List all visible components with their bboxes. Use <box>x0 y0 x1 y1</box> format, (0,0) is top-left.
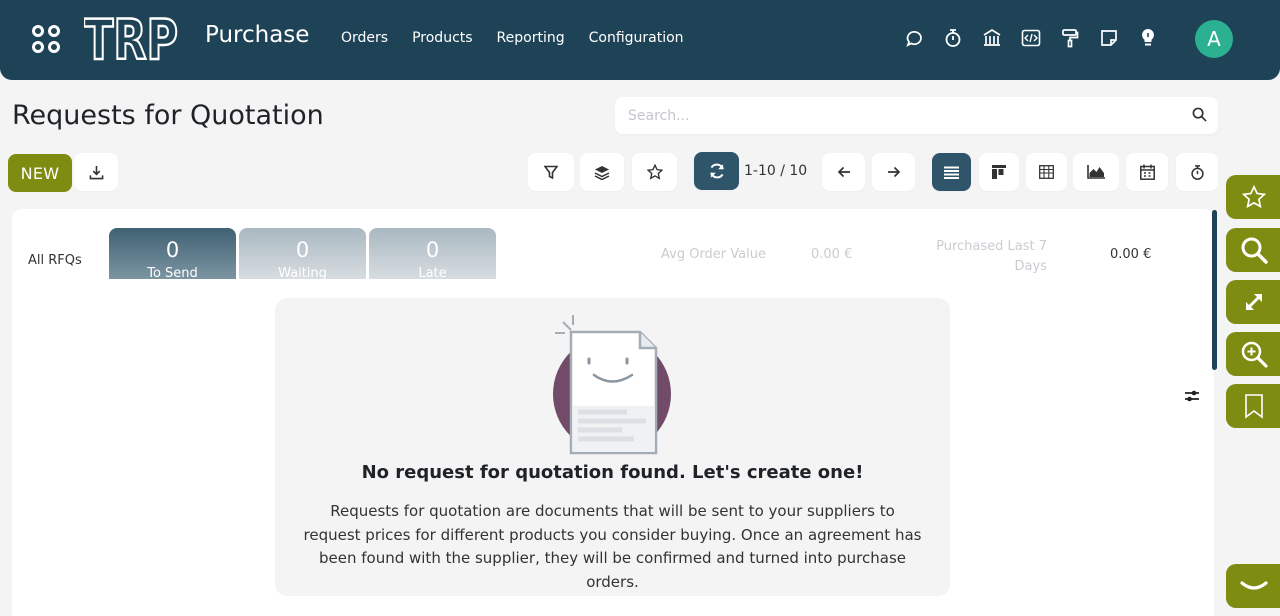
graph-view-button[interactable] <box>1073 153 1119 191</box>
pivot-view-button[interactable] <box>1026 153 1067 191</box>
svg-text:TRP: TRP <box>84 13 178 63</box>
timer-icon <box>1190 164 1204 180</box>
tile-value: 0 <box>165 238 180 262</box>
menu-orders[interactable]: Orders <box>341 30 388 46</box>
lightbulb-icon[interactable] <box>1138 28 1158 48</box>
search-icon <box>1241 237 1268 264</box>
avg-order-value: 0.00 € <box>811 247 853 262</box>
purchased-label-line1: Purchased Last 7 <box>936 239 1047 254</box>
avg-order-label: Avg Order Value <box>661 247 766 262</box>
note-icon[interactable] <box>1099 28 1119 48</box>
all-rfqs-link[interactable]: All RFQs <box>28 253 82 268</box>
star-icon <box>1242 185 1266 209</box>
chevron-down-icon <box>1240 581 1268 590</box>
filter-icon <box>544 165 558 179</box>
apps-menu-icon[interactable] <box>32 25 60 53</box>
side-favorite-button[interactable] <box>1226 175 1280 219</box>
calendar-view-button[interactable] <box>1126 153 1168 191</box>
calendar-icon <box>1139 164 1155 180</box>
top-navbar: TRP Purchase Orders Products Reporting C… <box>0 0 1280 80</box>
empty-state-title: No request for quotation found. Let's cr… <box>361 462 864 483</box>
new-button[interactable]: NEW <box>8 154 72 192</box>
pager-next-button[interactable] <box>872 153 915 191</box>
search-icon[interactable] <box>1192 107 1207 126</box>
user-avatar[interactable]: A <box>1195 20 1233 58</box>
star-icon <box>646 164 663 180</box>
paint-roller-icon[interactable] <box>1060 28 1080 48</box>
tile-label: Waiting <box>278 266 327 279</box>
empty-state-text: Requests for quotation are documents tha… <box>303 502 922 591</box>
pager-previous-button[interactable] <box>822 153 865 191</box>
download-icon <box>89 165 103 179</box>
group-by-button[interactable] <box>580 153 624 191</box>
bank-icon[interactable] <box>982 28 1002 48</box>
tile-value: 0 <box>295 238 310 262</box>
side-collapse-button[interactable] <box>1226 564 1280 608</box>
favorites-button[interactable] <box>632 153 677 191</box>
table-icon <box>1039 165 1054 179</box>
timer-icon[interactable] <box>943 28 963 48</box>
download-button[interactable] <box>74 153 118 191</box>
side-search-button[interactable] <box>1226 228 1280 272</box>
page-title: Requests for Quotation <box>12 100 324 131</box>
chat-icon[interactable] <box>904 28 924 48</box>
main-menu: Orders Products Reporting Configuration <box>341 30 684 46</box>
purchased-label-line2: Days <box>1014 259 1047 274</box>
tile-value: 0 <box>425 238 440 262</box>
arrow-right-icon <box>887 166 900 178</box>
search-input[interactable] <box>628 97 1168 134</box>
pager-value[interactable]: 1-10 / 10 <box>744 163 807 179</box>
list-icon <box>944 166 959 179</box>
menu-reporting[interactable]: Reporting <box>497 30 565 46</box>
tile-label: To Send <box>147 266 198 279</box>
app-name[interactable]: Purchase <box>205 22 309 48</box>
filter-button[interactable] <box>528 153 574 191</box>
expand-icon <box>1246 294 1262 310</box>
kanban-icon <box>992 165 1006 179</box>
side-expand-button[interactable] <box>1226 280 1280 324</box>
side-zoom-in-button[interactable] <box>1226 332 1280 376</box>
side-bookmark-button[interactable] <box>1226 384 1280 428</box>
zoom-in-icon <box>1241 341 1268 368</box>
refresh-icon <box>709 163 724 179</box>
tile-waiting[interactable]: 0 Waiting <box>239 228 366 279</box>
empty-document-illustration <box>553 315 671 455</box>
optional-columns-icon[interactable] <box>1184 388 1200 408</box>
list-view-button[interactable] <box>932 153 971 191</box>
scrollbar[interactable] <box>1212 210 1217 370</box>
bookmark-icon <box>1245 394 1263 419</box>
area-chart-icon <box>1087 165 1105 179</box>
menu-products[interactable]: Products <box>412 30 472 46</box>
tile-label: Late <box>418 266 447 279</box>
systray <box>904 28 1158 48</box>
layers-icon <box>594 165 610 180</box>
tile-late[interactable]: 0 Late <box>369 228 496 279</box>
tile-to-send[interactable]: 0 To Send <box>109 228 236 279</box>
search-bar <box>615 97 1218 134</box>
activity-view-button[interactable] <box>1176 153 1218 191</box>
purchased-value: 0.00 € <box>1110 247 1152 262</box>
code-icon[interactable] <box>1021 28 1041 48</box>
arrow-left-icon <box>837 166 850 178</box>
kanban-view-button[interactable] <box>979 153 1019 191</box>
company-logo[interactable]: TRP <box>84 13 178 63</box>
refresh-button[interactable] <box>694 152 739 190</box>
purchased-last-7-days-label: Purchased Last 7 Days <box>900 237 1047 277</box>
menu-configuration[interactable]: Configuration <box>589 30 684 46</box>
